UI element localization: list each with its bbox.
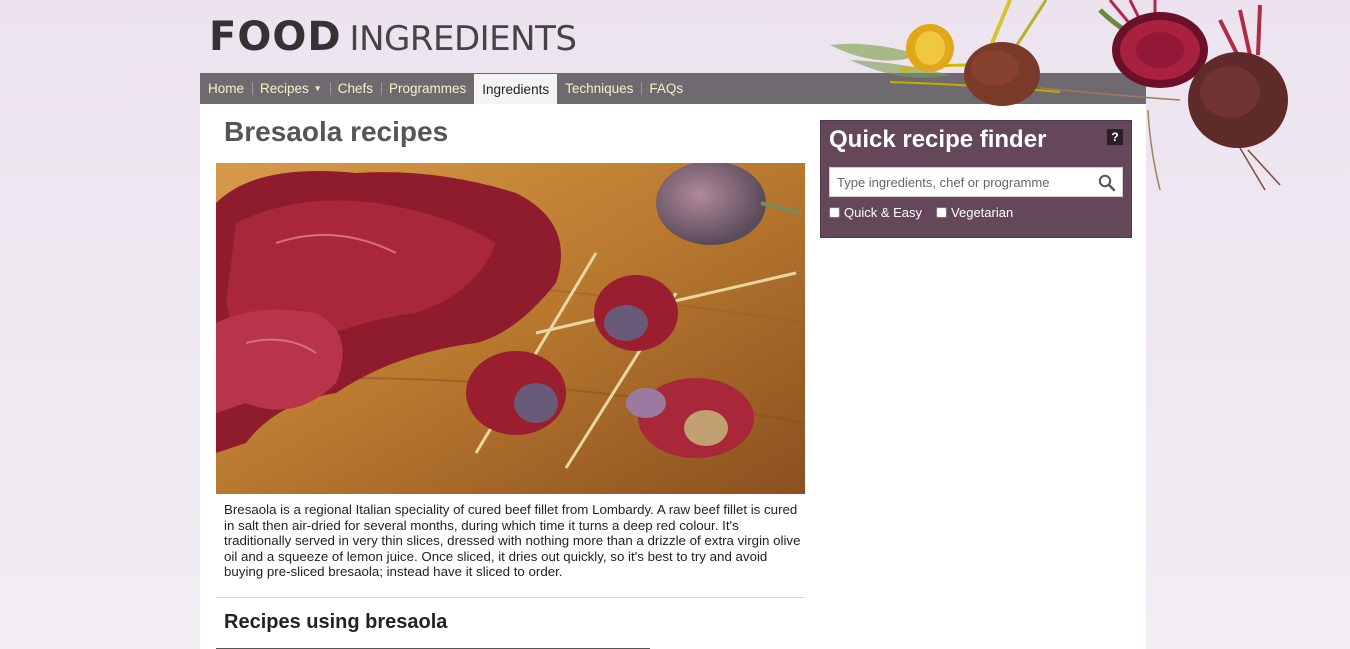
nav-home-label: Home — [208, 81, 245, 96]
ingredient-description: Bresaola is a regional Italian specialit… — [224, 502, 801, 579]
vegetarian-checkbox[interactable] — [936, 207, 948, 218]
filter-options: Quick & Easy Vegetarian — [829, 205, 1027, 220]
nav-ingredients-label: Ingredients — [482, 81, 550, 97]
section-divider — [216, 597, 805, 598]
vegetarian-option[interactable]: Vegetarian — [936, 205, 1013, 220]
search-icon[interactable] — [1098, 174, 1115, 191]
logo-ingredients: INGREDIENTS — [349, 19, 577, 59]
quick-easy-label: Quick & Easy — [844, 205, 923, 220]
search-box — [829, 167, 1123, 197]
nav-techniques[interactable]: Techniques — [557, 73, 641, 104]
main-content: Bresaola recipes Bresaola is a regional … — [200, 104, 1146, 649]
site-logo[interactable]: FOOD INGREDIENTS — [209, 14, 577, 60]
recipes-heading: Recipes using bresaola — [224, 611, 448, 633]
main-nav: Home Recipes ▼ Chefs Programmes Ingredien… — [200, 73, 1146, 104]
logo-food: FOOD — [209, 14, 342, 60]
nav-ingredients[interactable]: Ingredients — [474, 74, 558, 104]
nav-techniques-label: Techniques — [565, 81, 634, 96]
quick-easy-option[interactable]: Quick & Easy — [829, 205, 922, 220]
nav-programmes[interactable]: Programmes — [381, 73, 474, 104]
finder-title: Quick recipe finder — [829, 126, 1047, 153]
nav-chefs[interactable]: Chefs — [329, 73, 381, 104]
quick-recipe-finder: Quick recipe finder ? Quick & Easy Veget… — [820, 120, 1132, 238]
search-input[interactable] — [830, 168, 1099, 196]
nav-faqs-label: FAQs — [649, 81, 684, 96]
nav-recipes[interactable]: Recipes ▼ — [252, 73, 330, 104]
nav-home[interactable]: Home — [200, 73, 252, 104]
quick-easy-checkbox[interactable] — [829, 207, 840, 218]
nav-recipes-label: Recipes — [260, 81, 309, 96]
help-button[interactable]: ? — [1107, 129, 1123, 145]
caret-down-icon: ▼ — [313, 84, 322, 93]
bresaola-figs-photo — [216, 163, 805, 494]
page-title: Bresaola recipes — [224, 116, 449, 147]
vegetarian-label: Vegetarian — [951, 205, 1014, 220]
nav-chefs-label: Chefs — [337, 81, 373, 96]
nav-faqs[interactable]: FAQs — [641, 73, 691, 104]
nav-programmes-label: Programmes — [389, 81, 467, 96]
